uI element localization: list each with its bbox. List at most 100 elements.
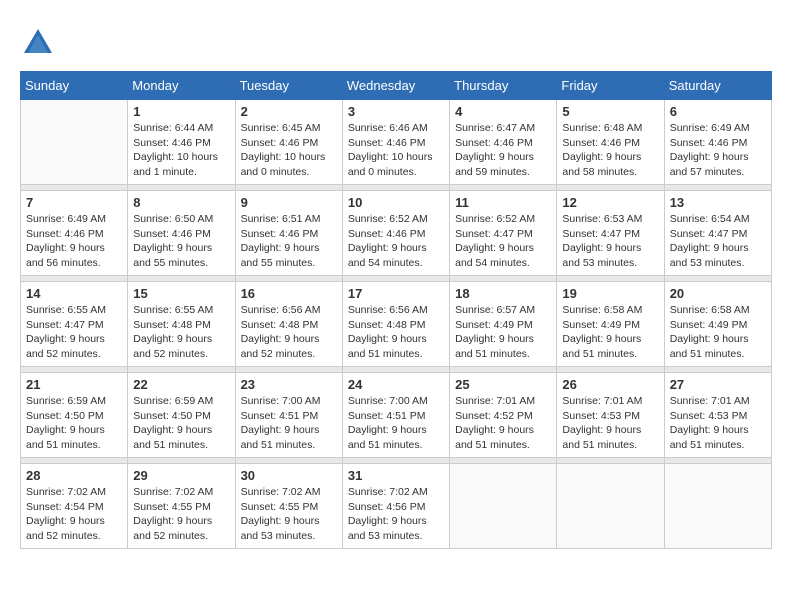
day-info: Sunrise: 6:52 AM Sunset: 4:46 PM Dayligh…: [348, 212, 444, 271]
calendar-cell: 4Sunrise: 6:47 AM Sunset: 4:46 PM Daylig…: [450, 100, 557, 185]
page-header: [20, 20, 772, 61]
day-info: Sunrise: 6:53 AM Sunset: 4:47 PM Dayligh…: [562, 212, 658, 271]
calendar-week-row: 28 Sunrise: 7:02 AM Sunset: 4:54 PM Dayli…: [21, 464, 772, 549]
calendar-week-row: 7 Sunrise: 6:49 AM Sunset: 4:46 PM Daylig…: [21, 191, 772, 276]
calendar-week-row: 14 Sunrise: 6:55 AM Sunset: 4:47 PM Dayli…: [21, 282, 772, 367]
day-info: Sunrise: 6:56 AM Sunset: 4:48 PM Dayligh…: [348, 303, 444, 362]
day-number: 2: [241, 104, 337, 119]
day-number: 27: [670, 377, 766, 392]
calendar-cell: 30 Sunrise: 7:02 AM Sunset: 4:55 PM Dayli…: [235, 464, 342, 549]
calendar-cell: [450, 464, 557, 549]
day-number: 19: [562, 286, 658, 301]
calendar-cell: 9Sunrise: 6:51 AM Sunset: 4:46 PM Daylig…: [235, 191, 342, 276]
calendar-cell: 11 Sunrise: 6:52 AM Sunset: 4:47 PM Dayli…: [450, 191, 557, 276]
calendar-cell: 2 Sunrise: 6:45 AM Sunset: 4:46 PM Daylig…: [235, 100, 342, 185]
day-number: 23: [241, 377, 337, 392]
calendar-cell: 6 Sunrise: 6:49 AM Sunset: 4:46 PM Daylig…: [664, 100, 771, 185]
day-number: 3: [348, 104, 444, 119]
calendar-cell: 5 Sunrise: 6:48 AM Sunset: 4:46 PM Daylig…: [557, 100, 664, 185]
weekday-header: Monday: [128, 72, 235, 100]
calendar-cell: 10 Sunrise: 6:52 AM Sunset: 4:46 PM Dayli…: [342, 191, 449, 276]
calendar-cell: 14 Sunrise: 6:55 AM Sunset: 4:47 PM Dayli…: [21, 282, 128, 367]
day-number: 10: [348, 195, 444, 210]
day-number: 9: [241, 195, 337, 210]
day-number: 12: [562, 195, 658, 210]
day-info: Sunrise: 7:01 AM Sunset: 4:53 PM Dayligh…: [670, 394, 766, 453]
calendar-cell: 27 Sunrise: 7:01 AM Sunset: 4:53 PM Dayli…: [664, 373, 771, 458]
day-info: Sunrise: 6:47 AM Sunset: 4:46 PM Dayligh…: [455, 121, 551, 180]
day-info: Sunrise: 6:57 AM Sunset: 4:49 PM Dayligh…: [455, 303, 551, 362]
calendar-cell: 19 Sunrise: 6:58 AM Sunset: 4:49 PM Dayli…: [557, 282, 664, 367]
day-info: Sunrise: 6:59 AM Sunset: 4:50 PM Dayligh…: [133, 394, 229, 453]
calendar-cell: 20 Sunrise: 6:58 AM Sunset: 4:49 PM Dayli…: [664, 282, 771, 367]
day-info: Sunrise: 6:44 AM Sunset: 4:46 PM Dayligh…: [133, 121, 229, 180]
day-number: 28: [26, 468, 122, 483]
day-info: Sunrise: 7:02 AM Sunset: 4:54 PM Dayligh…: [26, 485, 122, 544]
day-number: 30: [241, 468, 337, 483]
day-info: Sunrise: 6:54 AM Sunset: 4:47 PM Dayligh…: [670, 212, 766, 271]
day-number: 5: [562, 104, 658, 119]
day-info: Sunrise: 7:00 AM Sunset: 4:51 PM Dayligh…: [241, 394, 337, 453]
day-number: 20: [670, 286, 766, 301]
day-info: Sunrise: 6:55 AM Sunset: 4:48 PM Dayligh…: [133, 303, 229, 362]
calendar-week-row: 1 Sunrise: 6:44 AM Sunset: 4:46 PM Daylig…: [21, 100, 772, 185]
calendar-table: SundayMondayTuesdayWednesdayThursdayFrid…: [20, 71, 772, 549]
day-number: 26: [562, 377, 658, 392]
day-info: Sunrise: 6:52 AM Sunset: 4:47 PM Dayligh…: [455, 212, 551, 271]
day-info: Sunrise: 6:48 AM Sunset: 4:46 PM Dayligh…: [562, 121, 658, 180]
day-number: 11: [455, 195, 551, 210]
day-info: Sunrise: 7:00 AM Sunset: 4:51 PM Dayligh…: [348, 394, 444, 453]
calendar-cell: 31Sunrise: 7:02 AM Sunset: 4:56 PM Dayli…: [342, 464, 449, 549]
day-info: Sunrise: 6:45 AM Sunset: 4:46 PM Dayligh…: [241, 121, 337, 180]
day-info: Sunrise: 6:58 AM Sunset: 4:49 PM Dayligh…: [670, 303, 766, 362]
day-info: Sunrise: 6:46 AM Sunset: 4:46 PM Dayligh…: [348, 121, 444, 180]
day-number: 15: [133, 286, 229, 301]
weekday-header: Saturday: [664, 72, 771, 100]
calendar-cell: [21, 100, 128, 185]
calendar-cell: 12 Sunrise: 6:53 AM Sunset: 4:47 PM Dayli…: [557, 191, 664, 276]
calendar-cell: 3 Sunrise: 6:46 AM Sunset: 4:46 PM Daylig…: [342, 100, 449, 185]
weekday-header: Tuesday: [235, 72, 342, 100]
day-info: Sunrise: 6:58 AM Sunset: 4:49 PM Dayligh…: [562, 303, 658, 362]
day-info: Sunrise: 6:56 AM Sunset: 4:48 PM Dayligh…: [241, 303, 337, 362]
day-info: Sunrise: 6:59 AM Sunset: 4:50 PM Dayligh…: [26, 394, 122, 453]
calendar-cell: 8Sunrise: 6:50 AM Sunset: 4:46 PM Daylig…: [128, 191, 235, 276]
calendar-cell: 15 Sunrise: 6:55 AM Sunset: 4:48 PM Dayli…: [128, 282, 235, 367]
day-number: 18: [455, 286, 551, 301]
calendar-cell: 16 Sunrise: 6:56 AM Sunset: 4:48 PM Dayli…: [235, 282, 342, 367]
calendar-cell: 24Sunrise: 7:00 AM Sunset: 4:51 PM Dayli…: [342, 373, 449, 458]
day-number: 7: [26, 195, 122, 210]
calendar-cell: 29 Sunrise: 7:02 AM Sunset: 4:55 PM Dayli…: [128, 464, 235, 549]
weekday-header: Sunday: [21, 72, 128, 100]
calendar-cell: 21 Sunrise: 6:59 AM Sunset: 4:50 PM Dayli…: [21, 373, 128, 458]
day-number: 17: [348, 286, 444, 301]
day-number: 21: [26, 377, 122, 392]
day-info: Sunrise: 7:02 AM Sunset: 4:55 PM Dayligh…: [241, 485, 337, 544]
day-number: 16: [241, 286, 337, 301]
day-number: 1: [133, 104, 229, 119]
day-number: 14: [26, 286, 122, 301]
day-number: 22: [133, 377, 229, 392]
day-number: 29: [133, 468, 229, 483]
day-info: Sunrise: 6:50 AM Sunset: 4:46 PM Dayligh…: [133, 212, 229, 271]
calendar-cell: 7 Sunrise: 6:49 AM Sunset: 4:46 PM Daylig…: [21, 191, 128, 276]
day-info: Sunrise: 6:49 AM Sunset: 4:46 PM Dayligh…: [670, 121, 766, 180]
calendar-cell: 22 Sunrise: 6:59 AM Sunset: 4:50 PM Dayli…: [128, 373, 235, 458]
weekday-header: Friday: [557, 72, 664, 100]
weekday-header-row: SundayMondayTuesdayWednesdayThursdayFrid…: [21, 72, 772, 100]
day-info: Sunrise: 7:02 AM Sunset: 4:55 PM Dayligh…: [133, 485, 229, 544]
day-info: Sunrise: 6:49 AM Sunset: 4:46 PM Dayligh…: [26, 212, 122, 271]
day-info: Sunrise: 7:02 AM Sunset: 4:56 PM Dayligh…: [348, 485, 444, 544]
calendar-cell: 1 Sunrise: 6:44 AM Sunset: 4:46 PM Daylig…: [128, 100, 235, 185]
calendar-cell: 23 Sunrise: 7:00 AM Sunset: 4:51 PM Dayli…: [235, 373, 342, 458]
day-info: Sunrise: 6:55 AM Sunset: 4:47 PM Dayligh…: [26, 303, 122, 362]
day-number: 13: [670, 195, 766, 210]
weekday-header: Thursday: [450, 72, 557, 100]
calendar-cell: 25Sunrise: 7:01 AM Sunset: 4:52 PM Dayli…: [450, 373, 557, 458]
calendar-cell: 17 Sunrise: 6:56 AM Sunset: 4:48 PM Dayli…: [342, 282, 449, 367]
day-number: 25: [455, 377, 551, 392]
calendar-cell: [664, 464, 771, 549]
calendar-cell: 18 Sunrise: 6:57 AM Sunset: 4:49 PM Dayli…: [450, 282, 557, 367]
day-info: Sunrise: 7:01 AM Sunset: 4:53 PM Dayligh…: [562, 394, 658, 453]
day-number: 6: [670, 104, 766, 119]
